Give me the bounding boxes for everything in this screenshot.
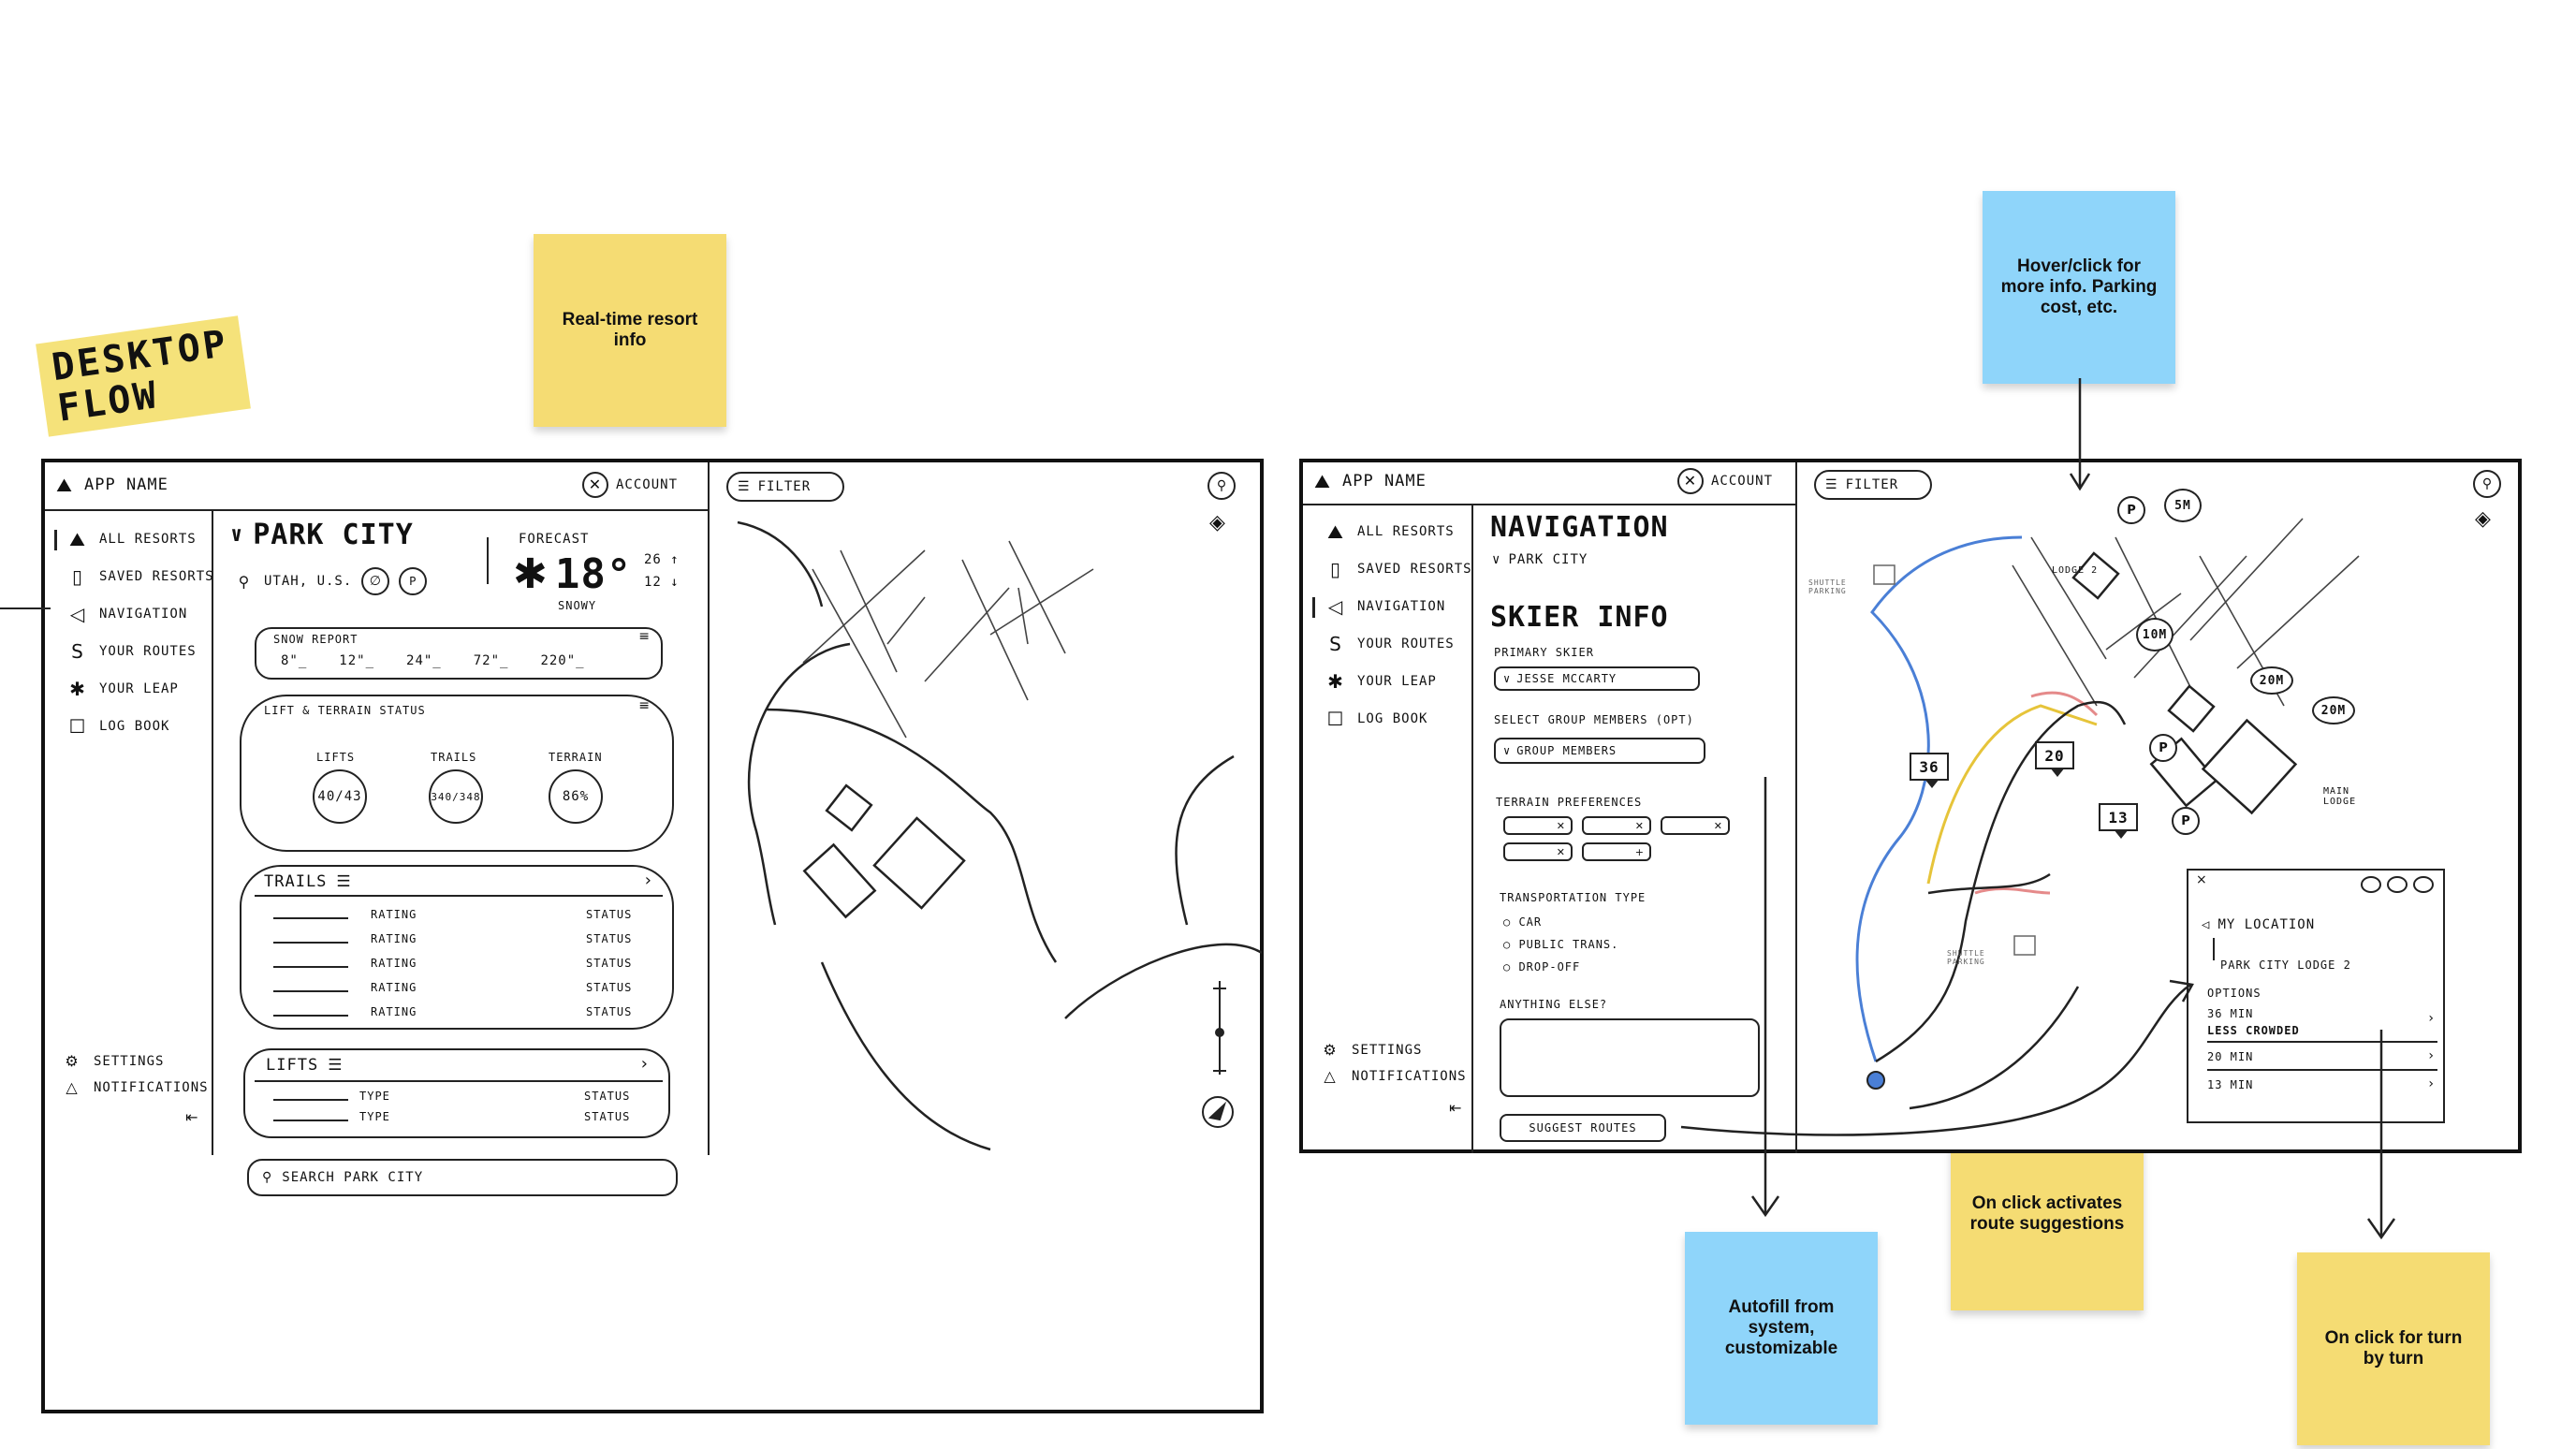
annotation-arrows <box>1680 378 2396 1240</box>
arrow-route <box>1680 983 2191 1136</box>
